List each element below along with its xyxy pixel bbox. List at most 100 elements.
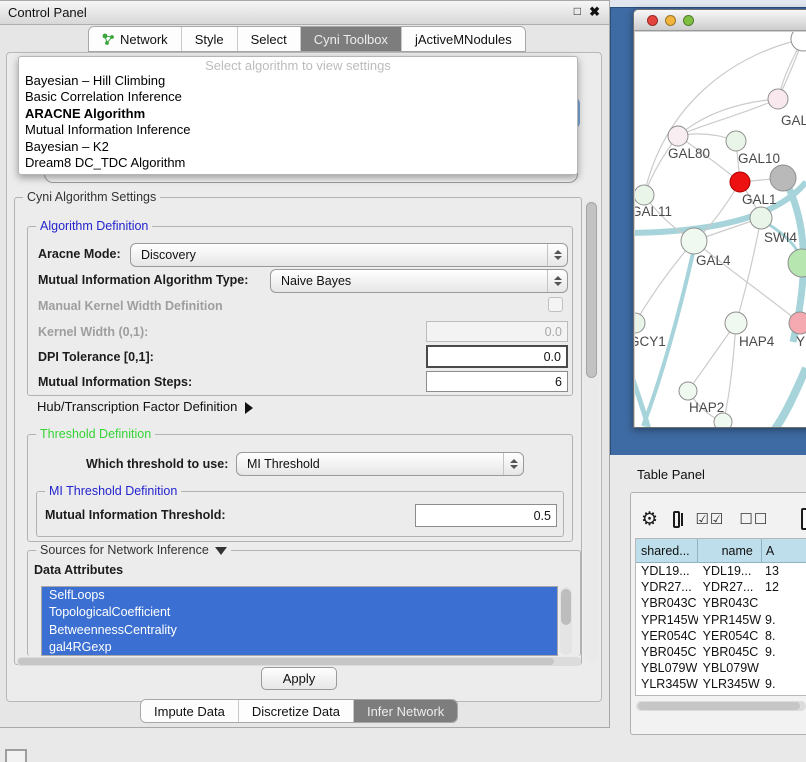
kernel-width-label: Kernel Width (0,1): [38, 325, 148, 339]
cyni-algorithm-settings-group: Cyni Algorithm Settings Algorithm Defini… [14, 197, 582, 665]
zoom-traffic-light-icon[interactable] [683, 15, 694, 26]
column-header-a[interactable]: A [762, 539, 806, 563]
network-edge[interactable] [635, 362, 649, 428]
network-node-gal10[interactable] [726, 131, 746, 151]
algorithm-option-basic-correlation-inference[interactable]: Basic Correlation Inference [19, 89, 577, 105]
table-cell: YPR145W [698, 612, 761, 628]
kernel-width-field[interactable] [426, 321, 568, 342]
attribute-item-selfloops[interactable]: SelfLoops [42, 587, 557, 604]
table-cell: YIL052C [636, 693, 698, 697]
node-table[interactable]: shared...nameAYDL19...YDL19...13YDR27...… [635, 538, 806, 696]
table-panel: Table Panel ⚙ ☑☑ ☐☐ shared...nameAYDL19.… [610, 455, 806, 762]
table-horizontal-scrollbar[interactable] [636, 701, 806, 711]
network-edge[interactable] [678, 99, 778, 136]
table-hscrollbar-thumb[interactable] [638, 702, 800, 710]
which-threshold-combo[interactable]: MI Threshold [236, 452, 524, 476]
tab-discretize-data[interactable]: Discretize Data [238, 700, 353, 722]
tab-select[interactable]: Select [237, 27, 300, 51]
tab-network[interactable]: Network [89, 27, 181, 51]
network-node-gal1[interactable] [730, 172, 750, 192]
stepper-icon [547, 270, 567, 292]
table-row[interactable]: YDR27...YDR27...12 [636, 579, 806, 595]
table-row[interactable]: YLR345WYLR345W9. [636, 676, 806, 692]
network-node[interactable] [714, 413, 732, 428]
mi-algorithm-type-combo[interactable]: Naive Bayes [270, 269, 568, 293]
network-view-window[interactable]: GAL2GAL80GAL10GAL1GAL11SWI4GAL4GCY1HAP4Y… [633, 9, 806, 428]
tab-jactivemnodules[interactable]: jActiveMNodules [401, 27, 525, 51]
hub-definition-toggle[interactable]: Hub/Transcription Factor Definition [37, 399, 253, 414]
stepper-icon [503, 453, 523, 475]
network-edge[interactable] [771, 368, 806, 428]
mi-steps-label: Mutual Information Steps: [38, 375, 192, 389]
attribute-item-gal4rgexp[interactable]: gal4RGexp [42, 639, 557, 656]
unchecked-boxes-icon[interactable]: ☐☐ [739, 512, 768, 527]
table-row[interactable]: YBR045CYBR045C9. [636, 644, 806, 660]
network-edge[interactable] [736, 218, 761, 323]
network-node-y[interactable] [789, 312, 806, 334]
tab-style[interactable]: Style [181, 27, 237, 51]
manual-kernel-width-checkbox[interactable] [548, 297, 563, 312]
network-node-swi4[interactable] [750, 207, 772, 229]
collapsed-panel-icon[interactable] [5, 749, 27, 762]
table-row[interactable]: YBL079WYBL079W [636, 660, 806, 676]
data-attributes-list[interactable]: SelfLoopsTopologicalCoefficientBetweenne… [41, 586, 558, 656]
mi-threshold-field[interactable] [415, 504, 557, 527]
minimize-traffic-light-icon[interactable] [665, 15, 676, 26]
aracne-mode-combo[interactable]: Discovery [130, 243, 568, 267]
table-cell: YLR345W [636, 676, 698, 692]
column-header-shared-[interactable]: shared... [636, 539, 698, 563]
tab-infer-network[interactable]: Infer Network [353, 700, 457, 722]
table-row[interactable]: YBR043CYBR043C [636, 595, 806, 611]
network-canvas[interactable]: GAL2GAL80GAL10GAL1GAL11SWI4GAL4GCY1HAP4Y… [635, 32, 806, 428]
table-cell: YDR27... [636, 579, 698, 595]
table-toolbar: ⚙ ☑☑ ☐☐ [641, 503, 806, 535]
network-node-gal2[interactable] [768, 89, 788, 109]
network-node-gal4[interactable] [681, 228, 707, 254]
tab-cyni-toolbox[interactable]: Cyni Toolbox [300, 27, 401, 51]
checked-boxes-icon[interactable]: ☑☑ [695, 512, 724, 527]
dpi-tolerance-field[interactable] [426, 345, 568, 368]
tab-impute-data[interactable]: Impute Data [141, 700, 238, 722]
apply-button[interactable]: Apply [261, 667, 337, 690]
table-row[interactable]: YER054CYER054C8. [636, 628, 806, 644]
attributes-scrollbar-thumb[interactable] [561, 589, 571, 625]
page-icon[interactable] [801, 508, 806, 530]
table-cell [761, 660, 806, 676]
tab-label: Select [251, 32, 287, 47]
network-node[interactable] [770, 165, 796, 191]
algorithm-option-aracne-algorithm[interactable]: ARACNE Algorithm [19, 106, 577, 122]
settings-horizontal-scrollbar[interactable] [17, 657, 581, 666]
algorithm-option-bayesian-hill-climbing[interactable]: Bayesian – Hill Climbing [19, 73, 577, 89]
algorithm-option-dream8-dc-tdc-algorithm[interactable]: Dream8 DC_TDC Algorithm [19, 155, 577, 171]
network-node[interactable] [791, 32, 806, 51]
network-node-gal80[interactable] [668, 126, 688, 146]
network-edge[interactable] [688, 323, 736, 391]
data-attributes-label: Data Attributes [34, 563, 123, 577]
table-header-row: shared...nameA [636, 539, 806, 563]
close-traffic-light-icon[interactable] [647, 15, 658, 26]
table-cell: 9. [761, 644, 806, 660]
table-row[interactable]: YDL19...YDL19...13 [636, 563, 806, 579]
table-row[interactable]: YPR145WYPR145W9. [636, 612, 806, 628]
settings-scrollbar-thumb[interactable] [586, 202, 597, 378]
columns-icon[interactable] [673, 511, 680, 528]
settings-hscrollbar-thumb[interactable] [18, 658, 554, 665]
close-icon[interactable]: ✖ [589, 4, 600, 20]
algorithm-option-mutual-information-inference[interactable]: Mutual Information Inference [19, 122, 577, 138]
table-row[interactable]: YIL052CYIL052C9 [636, 693, 806, 697]
attributes-scrollbar[interactable] [560, 587, 572, 655]
float-window-icon[interactable]: □ [574, 4, 581, 18]
network-node[interactable] [788, 249, 806, 277]
settings-vertical-scrollbar[interactable] [584, 200, 599, 662]
gear-icon[interactable]: ⚙ [641, 510, 658, 529]
attribute-item-topologicalcoefficient[interactable]: TopologicalCoefficient [42, 604, 557, 621]
algorithm-option-bayesian-k2[interactable]: Bayesian – K2 [19, 139, 577, 155]
column-header-name[interactable]: name [698, 539, 762, 563]
network-node-hap2[interactable] [679, 382, 697, 400]
network-graph: GAL2GAL80GAL10GAL1GAL11SWI4GAL4GCY1HAP4Y… [635, 32, 806, 428]
network-node-gcy1[interactable] [635, 313, 645, 333]
network-node-gal11[interactable] [635, 185, 654, 205]
mi-steps-field[interactable] [426, 371, 568, 392]
attribute-item-betweennesscentrality[interactable]: BetweennessCentrality [42, 622, 557, 639]
network-node-hap4[interactable] [725, 312, 747, 334]
